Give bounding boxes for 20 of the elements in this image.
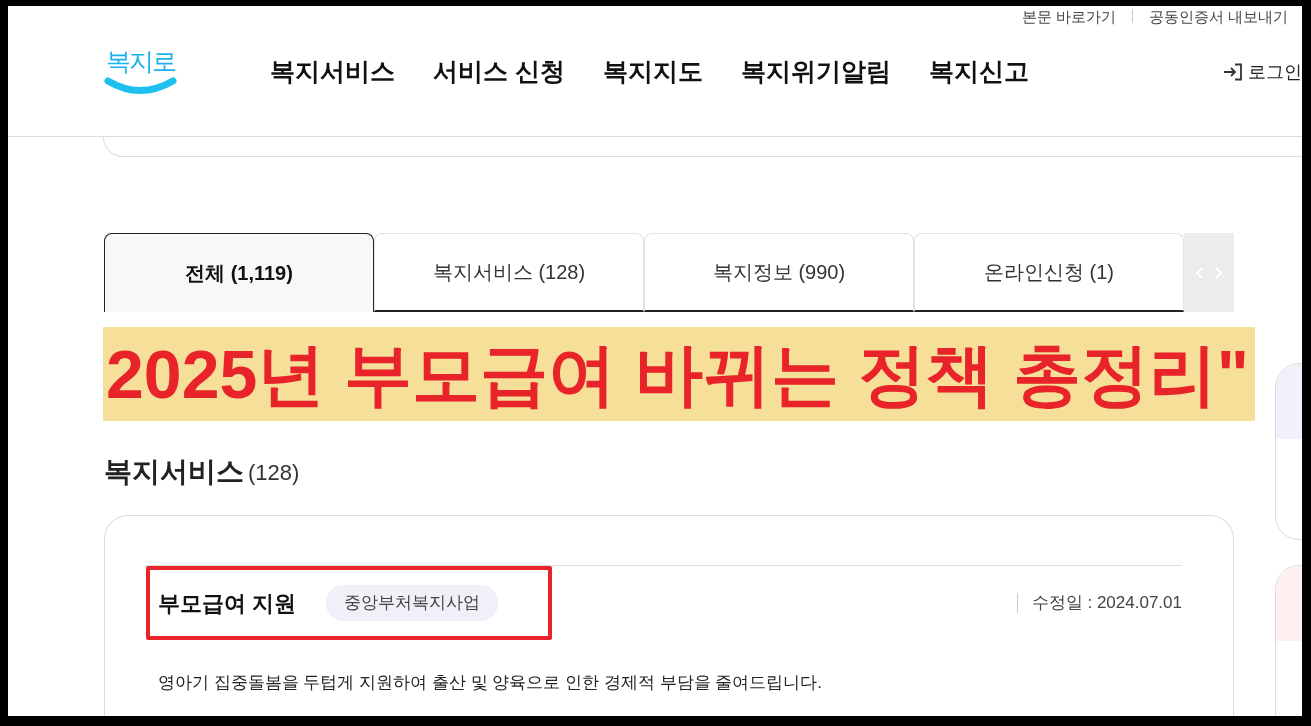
category-tab[interactable]: 전체 (1,119) bbox=[104, 233, 374, 312]
section-count: (128) bbox=[248, 458, 300, 487]
section-title: 복지서비스 bbox=[104, 455, 244, 489]
category-tag: 중앙부처복지사업 bbox=[326, 585, 499, 621]
login-link[interactable]: 로그인 bbox=[1223, 58, 1302, 86]
nav-link[interactable]: 복지지도 bbox=[602, 53, 703, 91]
category-tab[interactable]: 온라인신청 (1) bbox=[914, 233, 1184, 312]
category-tab[interactable]: 복지정보 (990) bbox=[644, 233, 914, 312]
result-description: 영아기 집중돌봄을 두텁게 지원하여 출산 및 양육으로 인한 경제적 부담을 줄여드립니다. bbox=[157, 672, 823, 694]
nav-link[interactable]: 복지서비스 bbox=[270, 53, 395, 91]
result-title[interactable]: 부모급여 지원 bbox=[158, 586, 297, 620]
modified-date: 수정일 : 2024.07.01 bbox=[1031, 592, 1182, 615]
utility-link[interactable]: 본문 바로가기 bbox=[1021, 8, 1116, 24]
nav-link[interactable]: 복지위기알림 bbox=[740, 53, 891, 91]
nav-link[interactable]: 복지신고 bbox=[928, 53, 1029, 91]
banner-title: 2025년 부모급여 바뀌는 정책 총정리" bbox=[103, 327, 1255, 421]
nav-link[interactable]: 서비스 신청 bbox=[433, 53, 565, 91]
category-tab[interactable]: 복지서비스 (128) bbox=[374, 233, 644, 312]
utility-link[interactable]: 공동인증서 내보내기 bbox=[1148, 8, 1288, 24]
login-icon[interactable] bbox=[1223, 63, 1243, 81]
